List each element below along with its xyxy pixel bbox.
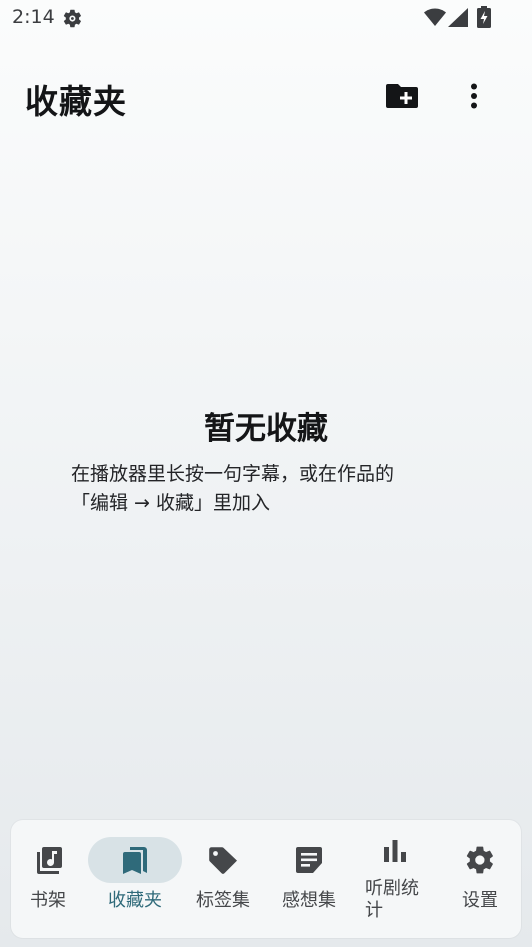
nav-label-bookshelf: 书架 [30,890,66,911]
nav-label-favorites: 收藏夹 [108,890,162,911]
music-library-icon [37,847,62,874]
more-options-button[interactable] [452,74,496,118]
empty-state-description: 在播放器里长按一句字幕，或在作品的 「编辑 → 收藏」里加入 [71,460,471,518]
nav-label-tags: 标签集 [196,890,250,911]
nav-item-notes[interactable]: 感想集 [265,820,353,938]
page-title: 收藏夹 [25,82,127,121]
signal-icon [448,8,468,27]
more-vertical-icon [471,83,477,109]
empty-state-description-line2: 「编辑 → 收藏」里加入 [71,492,270,514]
nav-item-favorites[interactable]: 收藏夹 [88,820,182,938]
bar-chart-icon [384,840,406,862]
tag-icon [209,847,237,874]
empty-state-title: 暂无收藏 [204,411,328,447]
bookmarks-icon [123,847,147,874]
nav-label-stats-line1: 听剧统 [365,878,419,899]
battery-charging-icon [477,6,491,28]
nav-label-stats: 听剧统 计 [351,878,439,922]
wifi-icon [424,8,446,26]
nav-label-settings: 设置 [462,890,498,911]
gear-icon [63,9,81,28]
note-icon [296,847,322,873]
empty-state-description-line1: 在播放器里长按一句字幕，或在作品的 [71,463,395,485]
status-time: 2:14 [12,6,55,28]
new-folder-button[interactable] [380,74,424,118]
create-new-folder-icon [386,84,418,108]
nav-item-tags[interactable]: 标签集 [183,820,263,938]
settings-icon [466,846,493,874]
bottom-navigation: 书架 收藏夹 标签集 感想集 听剧统 计 设置 [11,820,521,938]
nav-item-settings[interactable]: 设置 [439,820,521,938]
nav-item-stats[interactable]: 听剧统 计 [351,820,439,938]
status-bar: 2:14 [0,0,532,36]
nav-label-notes: 感想集 [282,890,336,911]
nav-label-stats-line2: 计 [365,900,383,921]
nav-item-bookshelf[interactable]: 书架 [11,820,85,938]
